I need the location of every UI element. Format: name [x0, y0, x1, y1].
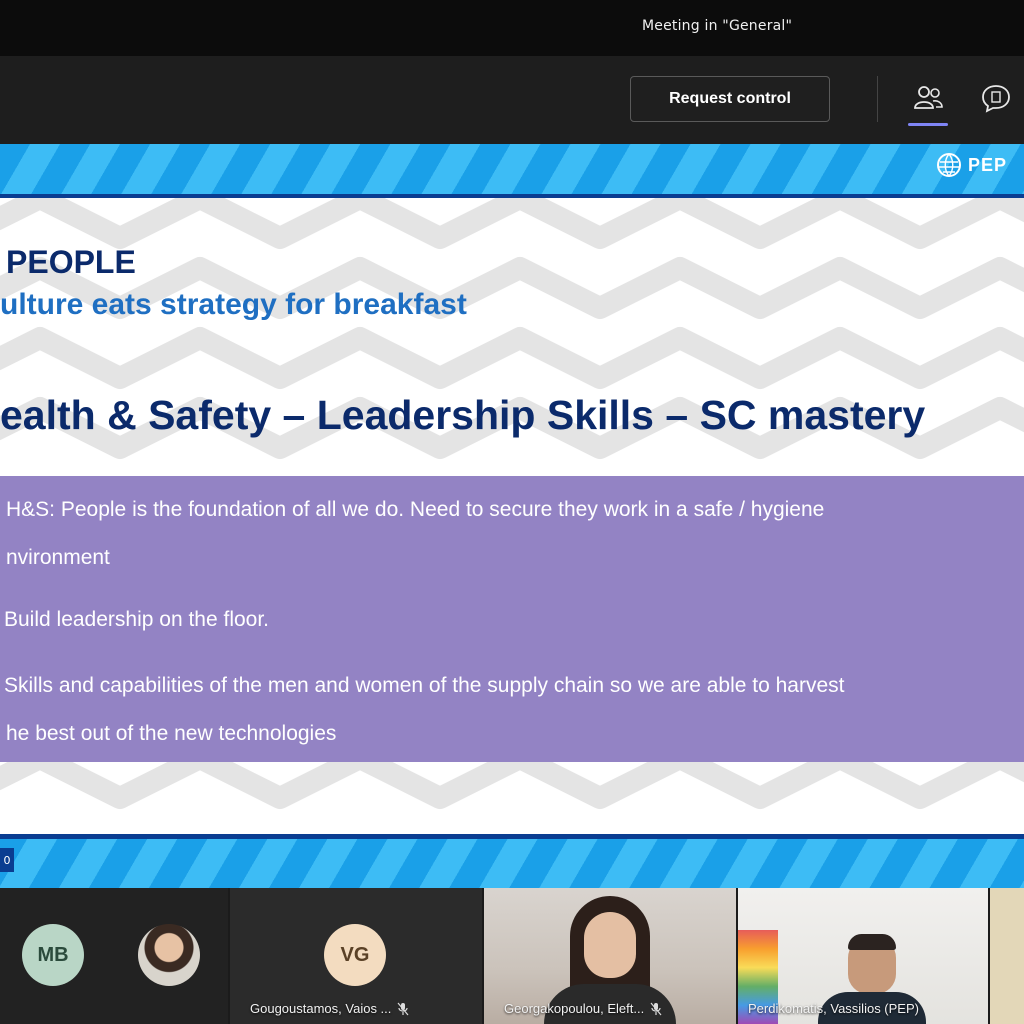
participant-name-text: Georgakopoulou, Eleft... — [504, 1001, 645, 1016]
participant-name-text: Perdikomatis, Vassilios (PEP) — [748, 1001, 919, 1016]
slide-bottom-band — [0, 834, 1024, 888]
toolbar-divider — [877, 76, 878, 122]
video-person-face — [584, 912, 636, 978]
participant-name: Gougoustamos, Vaios ... — [250, 1001, 409, 1016]
bullet-line: he best out of the new technologies — [6, 722, 337, 745]
people-icon — [914, 86, 943, 109]
participant-strip: MB VG Gougoustamos, Vaios ... Georgakopo… — [0, 888, 1024, 1024]
mic-muted-icon — [397, 1002, 409, 1015]
chat-button[interactable] — [976, 78, 1016, 118]
participant-name: Perdikomatis, Vassilios (PEP) — [748, 1001, 919, 1016]
participant-tile-group[interactable]: MB — [0, 888, 228, 1024]
avatar[interactable]: MB — [22, 924, 84, 986]
participant-name-text: Gougoustamos, Vaios ... — [250, 1001, 392, 1016]
meeting-toolbar: Request control — [0, 56, 1024, 144]
slide-main-heading: ealth & Safety – Leadership Skills – SC … — [0, 392, 926, 438]
participant-video-tile[interactable]: Perdikomatis, Vassilios (PEP) — [738, 888, 988, 1024]
bullet-line: nvironment — [6, 546, 110, 569]
logo-globe-icon — [937, 153, 961, 177]
chat-icon — [982, 85, 1010, 113]
participant-video-tile[interactable]: Georgakopoulou, Eleft... — [484, 888, 736, 1024]
slide-subheading: ulture eats strategy for breakfast — [0, 288, 467, 321]
slide-heading-people: PEOPLE — [6, 244, 136, 280]
avatar: VG — [324, 924, 386, 986]
shared-slide: PEP PEOPLE ulture eats strategy for brea… — [0, 144, 1024, 888]
participants-button[interactable] — [908, 78, 948, 126]
slide-number: 0 — [0, 848, 14, 872]
bullet-line: Build leadership on the floor. — [4, 608, 270, 631]
meeting-title: Meeting in "General" — [642, 18, 793, 34]
company-logo: PEP — [936, 152, 1007, 178]
participant-name: Georgakopoulou, Eleft... — [504, 1001, 662, 1016]
bullet-line: Skills and capabilities of the men and w… — [4, 674, 845, 697]
slide-top-band — [0, 144, 1024, 198]
title-bar: Meeting in "General" — [0, 0, 1024, 56]
logo-text: PEP — [968, 154, 1008, 175]
bullet-line: H&S: People is the foundation of all we … — [6, 498, 825, 521]
participant-tile[interactable]: VG Gougoustamos, Vaios ... — [230, 888, 482, 1024]
avatar-photo[interactable] — [138, 924, 200, 986]
request-control-button[interactable]: Request control — [630, 76, 830, 122]
active-tab-indicator — [908, 123, 948, 126]
participant-video-tile[interactable] — [990, 888, 1024, 1024]
mic-muted-icon — [650, 1002, 662, 1015]
video-person-hair — [848, 934, 896, 950]
